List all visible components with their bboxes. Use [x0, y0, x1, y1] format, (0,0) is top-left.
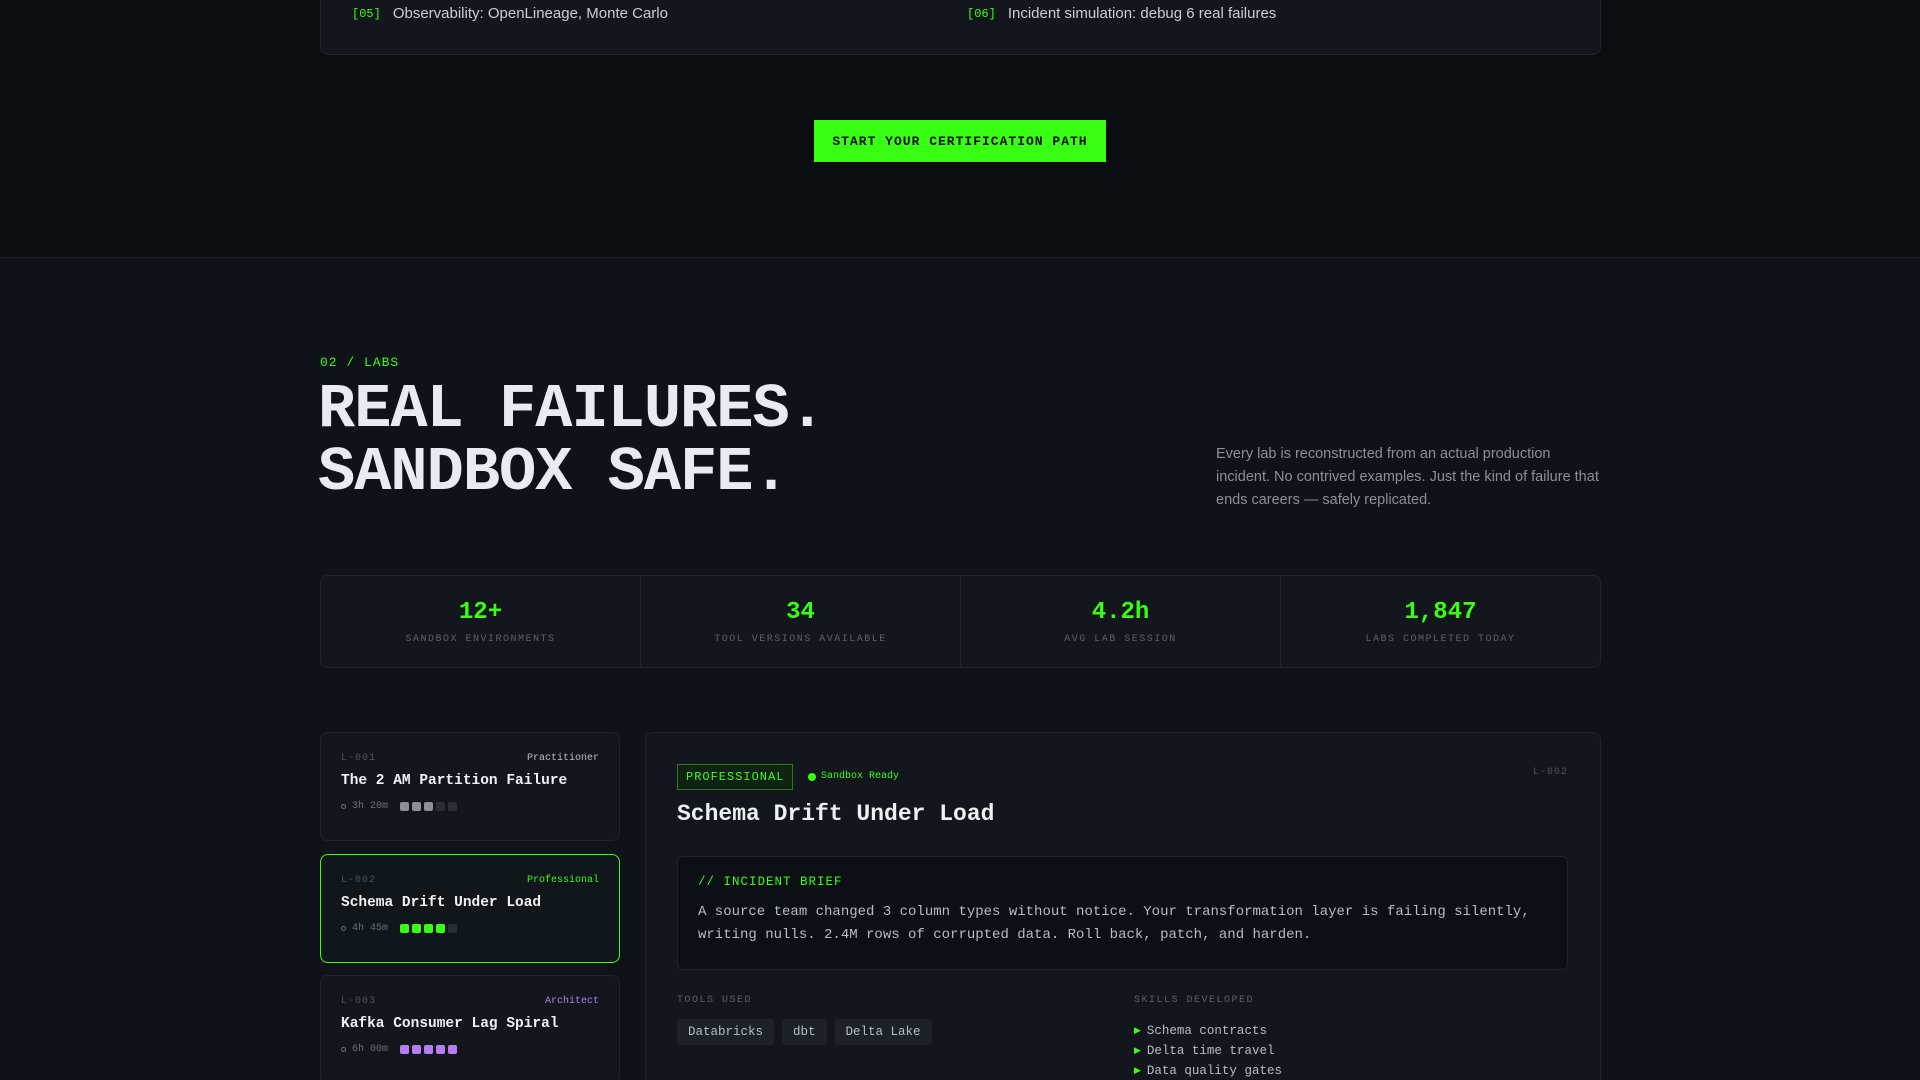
brief-label: // INCIDENT BRIEF: [698, 875, 843, 889]
section-intro: Every lab is reconstructed from an actua…: [1216, 446, 1599, 508]
clock-icon: [341, 804, 346, 809]
clock-icon: [341, 926, 346, 931]
skill-text: Data quality gates: [1146, 1064, 1282, 1078]
module-item: [06] Incident simulation: debug 6 real f…: [967, 5, 1276, 22]
brief-line: A source team changed 3 column types wit…: [698, 904, 1530, 920]
skills-label: SKILLS DEVELOPED: [1134, 995, 1255, 1006]
stat-label: LABS COMPLETED TODAY: [1365, 633, 1516, 645]
difficulty-dot: [412, 924, 422, 933]
module-text: Incident simulation: debug 6 real failur…: [1007, 5, 1277, 22]
difficulty-dot: [436, 802, 446, 811]
module-item: [05] Observability: OpenLineage, Monte C…: [352, 5, 668, 22]
lab-level: Practitioner: [526, 753, 599, 764]
headline-line: SANDBOX SAFE.: [318, 437, 790, 508]
lab-id: L-001: [341, 753, 377, 764]
section-label: 02 / LABS: [320, 355, 400, 370]
difficulty-dot: [436, 1045, 446, 1054]
difficulty-dot: [436, 924, 446, 933]
difficulty-dot: [448, 924, 458, 933]
difficulty-dot: [424, 1045, 434, 1054]
difficulty-dot: [424, 924, 434, 933]
difficulty-dots: [400, 1045, 458, 1054]
stat-value: 4.2h: [1091, 598, 1150, 626]
skills-list: ▶ Schema contracts ▶ Delta time travel ▶ Da…: [1134, 1021, 1282, 1080]
lab-title: Schema Drift Under Load: [341, 895, 542, 911]
lab-detail-panel: PROFESSIONAL Sandbox Ready L-002 Schema …: [645, 732, 1601, 1080]
lab-card-l002[interactable]: L-002 Professional Schema Drift Under Lo…: [320, 854, 620, 963]
difficulty-dot: [400, 1045, 410, 1054]
incident-brief: // INCIDENT BRIEF A source team changed …: [677, 856, 1568, 970]
tools-list: Databricks dbt Delta Lake: [677, 1019, 932, 1045]
triangle-right-icon: ▶: [1134, 1026, 1141, 1036]
stats-bar: 12+ SANDBOX ENVIRONMENTS 34 TOOL VERSION…: [320, 575, 1601, 668]
triangle-right-icon: ▶: [1134, 1046, 1141, 1056]
stat-item: 1,847 LABS COMPLETED TODAY: [1281, 576, 1600, 667]
status-dot-icon: [808, 772, 816, 781]
difficulty-dot: [424, 802, 434, 811]
difficulty-dots: [400, 924, 458, 933]
lab-id: L-003: [341, 996, 377, 1007]
difficulty-dot: [412, 1045, 422, 1054]
stat-item: 12+ SANDBOX ENVIRONMENTS: [321, 576, 641, 667]
level-badge: PROFESSIONAL: [677, 764, 794, 790]
lab-card-l003[interactable]: L-003 Architect Kafka Consumer Lag Spira…: [320, 975, 620, 1080]
lab-level: Professional: [526, 875, 599, 886]
skill-text: Schema contracts: [1146, 1024, 1267, 1038]
stat-value: 34: [786, 598, 815, 626]
sandbox-status: Sandbox Ready: [808, 771, 899, 782]
difficulty-dot: [412, 802, 422, 811]
curriculum-card: [05] Observability: OpenLineage, Monte C…: [320, 0, 1601, 55]
skill-item: ▶ Delta time travel: [1134, 1041, 1282, 1061]
lab-title: The 2 AM Partition Failure: [341, 773, 568, 789]
tool-tag: dbt: [782, 1019, 827, 1045]
module-number: [06]: [967, 6, 996, 21]
brief-text: A source team changed 3 column types wit…: [698, 901, 1547, 947]
detail-lab-id: L-002: [1532, 767, 1568, 778]
skill-item: ▶ Schema contracts: [1134, 1021, 1282, 1041]
difficulty-dot: [400, 924, 410, 933]
lab-duration: 3h 20m: [352, 801, 389, 812]
headline-line: REAL FAILURES.: [318, 374, 826, 445]
lab-id: L-002: [341, 875, 377, 886]
lab-level: Architect: [544, 996, 599, 1007]
lab-duration: 4h 45m: [352, 923, 389, 934]
detail-title: Schema Drift Under Load: [677, 801, 995, 827]
stat-item: 4.2h AVG LAB SESSION: [961, 576, 1281, 667]
module-text: Observability: OpenLineage, Monte Carlo: [392, 5, 668, 22]
lab-title: Kafka Consumer Lag Spiral: [341, 1016, 559, 1032]
lab-card-l001[interactable]: L-001 Practitioner The 2 AM Partition Fa…: [320, 732, 620, 841]
module-number: [05]: [352, 6, 381, 21]
stat-value: 1,847: [1404, 598, 1477, 626]
skill-item: ▶ Data quality gates: [1134, 1061, 1282, 1080]
clock-icon: [341, 1047, 346, 1052]
lab-duration: 6h 00m: [352, 1044, 389, 1055]
stat-label: TOOL VERSIONS AVAILABLE: [714, 633, 887, 645]
difficulty-dot: [448, 802, 458, 811]
difficulty-dot: [400, 802, 410, 811]
tools-label: TOOLS USED: [677, 995, 753, 1006]
status-text: Sandbox Ready: [821, 771, 900, 782]
tool-tag: Databricks: [677, 1019, 775, 1045]
section-headline: REAL FAILURES. SANDBOX SAFE.: [318, 374, 826, 508]
difficulty-dot: [448, 1045, 458, 1054]
stat-label: SANDBOX ENVIRONMENTS: [405, 633, 556, 645]
brief-line: writing nulls. 2.4M rows of corrupted da…: [698, 927, 1312, 943]
triangle-right-icon: ▶: [1134, 1066, 1141, 1076]
skill-text: Delta time travel: [1146, 1044, 1275, 1058]
difficulty-dots: [400, 802, 458, 811]
stat-label: AVG LAB SESSION: [1064, 633, 1177, 645]
stat-value: 12+: [458, 598, 503, 626]
stat-item: 34 TOOL VERSIONS AVAILABLE: [641, 576, 961, 667]
tool-tag: Delta Lake: [834, 1019, 932, 1045]
start-certification-button[interactable]: START YOUR CERTIFICATION PATH: [814, 120, 1106, 162]
